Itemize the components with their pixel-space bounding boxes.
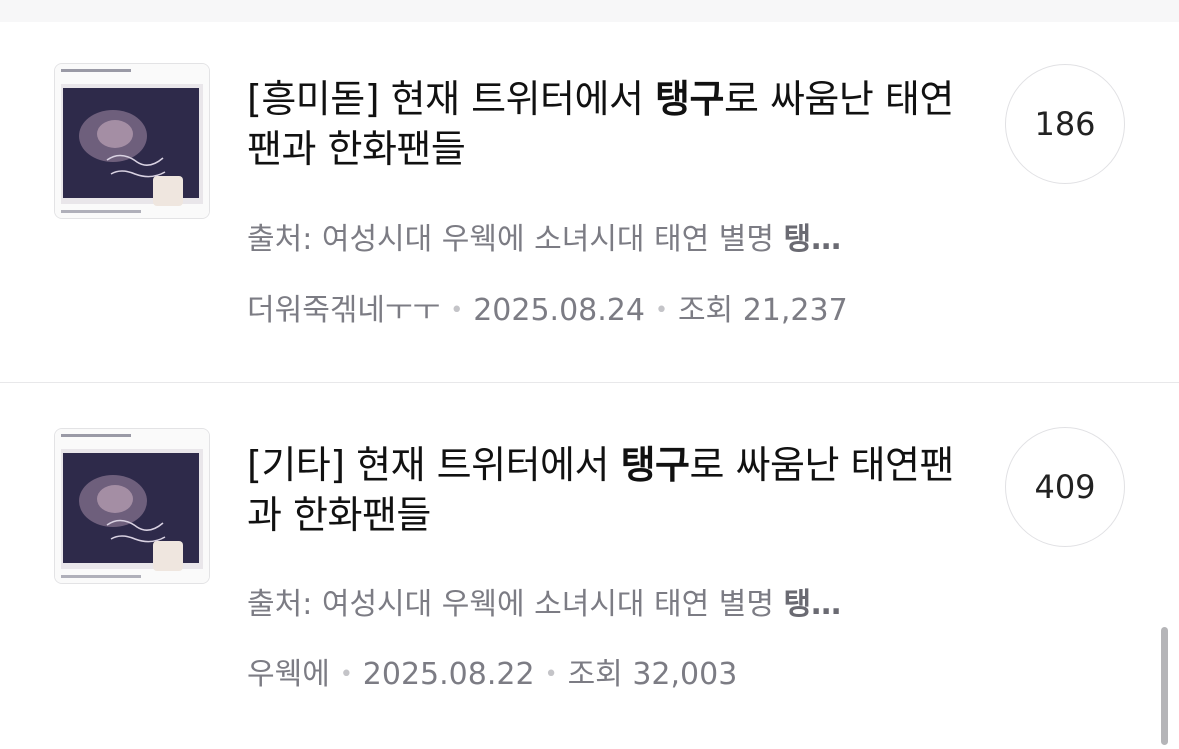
keyword-highlight: 탱…: [783, 222, 842, 257]
comment-count-badge[interactable]: 186: [1005, 64, 1125, 184]
top-strip: [0, 0, 1179, 22]
separator-dot: •: [654, 298, 668, 323]
keyword-highlight: 탱구: [655, 77, 724, 121]
post-meta: 더워죽겎네ㅜㅜ • 2025.08.24 • 조회 21,237: [247, 291, 848, 334]
post-meta: 우웩에 • 2025.08.22 • 조회 32,003: [247, 655, 737, 698]
post-snippet: 출처: 여성시대 우웩에 소녀시대 태연 별명 탱…: [247, 222, 842, 257]
list-item[interactable]: [기타] 현재 트위터에서 탱구로 싸움난 태연팬과 한화팬들 출처: 여성시대…: [0, 383, 1179, 749]
post-title[interactable]: [기타] 현재 트위터에서 탱구로 싸움난 태연팬과 한화팬들: [247, 440, 967, 540]
separator-dot: •: [339, 662, 353, 687]
post-snippet: 출처: 여성시대 우웩에 소녀시대 태연 별명 탱…: [247, 587, 842, 622]
views-label: 조회: [567, 657, 623, 692]
keyword-highlight: 탱…: [783, 587, 842, 622]
views-count: 21,237: [742, 293, 848, 328]
separator-dot: •: [544, 662, 558, 687]
author-name[interactable]: 더워죽겎네ㅜㅜ: [247, 293, 440, 328]
post-date: 2025.08.24: [473, 293, 645, 328]
author-name[interactable]: 우웩에: [247, 657, 330, 692]
post-date: 2025.08.22: [362, 657, 535, 692]
keyword-highlight: 탱구: [620, 443, 690, 487]
views-label: 조회: [677, 293, 734, 328]
post-thumbnail[interactable]: [54, 428, 210, 584]
separator-dot: •: [450, 298, 464, 323]
comment-count-badge[interactable]: 409: [1005, 427, 1125, 547]
post-title[interactable]: [흥미돋] 현재 트위터에서 탱구로 싸움난 태연팬과 한화팬들: [247, 74, 967, 174]
views-count: 32,003: [632, 657, 738, 692]
post-thumbnail[interactable]: [54, 63, 210, 219]
list-item[interactable]: [흥미돋] 현재 트위터에서 탱구로 싸움난 태연팬과 한화팬들 출처: 여성시…: [0, 22, 1179, 382]
scrollbar-thumb[interactable]: [1161, 627, 1168, 745]
